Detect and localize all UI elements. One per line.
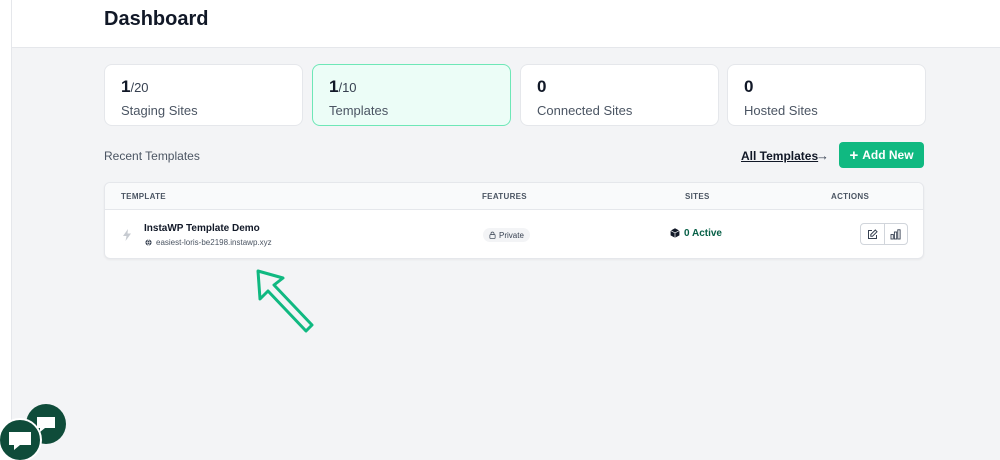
badge-label: Private [499, 230, 524, 240]
annotation-arrow-icon [256, 269, 314, 333]
chart-icon [891, 228, 902, 239]
column-header-actions: ACTIONS [831, 192, 870, 201]
all-templates-link[interactable]: All Templates [741, 149, 818, 163]
stat-value: 0 [537, 77, 547, 96]
section-title: Recent Templates [104, 149, 200, 163]
add-new-label: Add New [862, 148, 914, 162]
header: Dashboard [12, 0, 1000, 48]
chat-icon [9, 432, 31, 450]
arrow-right-icon: → [816, 148, 829, 163]
active-sites-count[interactable]: 0 Active [684, 228, 722, 239]
globe-icon [145, 239, 152, 246]
stat-label: Hosted Sites [744, 103, 818, 118]
column-header-template: TEMPLATE [121, 192, 166, 201]
stat-value: 1/10 [329, 77, 357, 96]
plus-icon: + [849, 146, 859, 164]
edit-icon [867, 228, 878, 239]
stat-value: 0 [744, 77, 754, 96]
templates-table: TEMPLATE FEATURES SITES ACTIONS InstaWP … [104, 182, 924, 259]
bolt-icon [123, 229, 131, 241]
edit-button[interactable] [861, 224, 884, 244]
stat-label: Templates [329, 103, 389, 118]
stat-label: Staging Sites [121, 103, 198, 118]
add-new-button[interactable]: + Add New [839, 142, 924, 168]
template-name[interactable]: InstaWP Template Demo [144, 223, 260, 234]
cube-icon [670, 228, 680, 238]
left-edge [0, 0, 12, 460]
analytics-button[interactable] [883, 224, 907, 244]
chat-widget-button[interactable] [0, 418, 42, 460]
private-badge: Private [483, 228, 530, 242]
stat-card-staging-sites[interactable]: 1/20 Staging Sites [104, 64, 303, 126]
stat-card-hosted-sites[interactable]: 0 Hosted Sites [727, 64, 926, 126]
column-header-features: FEATURES [482, 192, 527, 201]
column-header-sites: SITES [685, 192, 710, 201]
page-title: Dashboard [104, 8, 209, 30]
stat-card-connected-sites[interactable]: 0 Connected Sites [520, 64, 719, 126]
table-header: TEMPLATE FEATURES SITES ACTIONS [105, 183, 923, 210]
stat-card-templates[interactable]: 1/10 Templates [312, 64, 511, 126]
template-url[interactable]: easiest-loris-be2198.instawp.xyz [156, 238, 272, 247]
stat-label: Connected Sites [537, 103, 633, 118]
action-buttons [860, 223, 908, 245]
stat-value: 1/20 [121, 77, 149, 96]
main-content: 1/20 Staging Sites 1/10 Templates 0 Conn… [12, 48, 1000, 460]
lock-icon [489, 231, 496, 239]
